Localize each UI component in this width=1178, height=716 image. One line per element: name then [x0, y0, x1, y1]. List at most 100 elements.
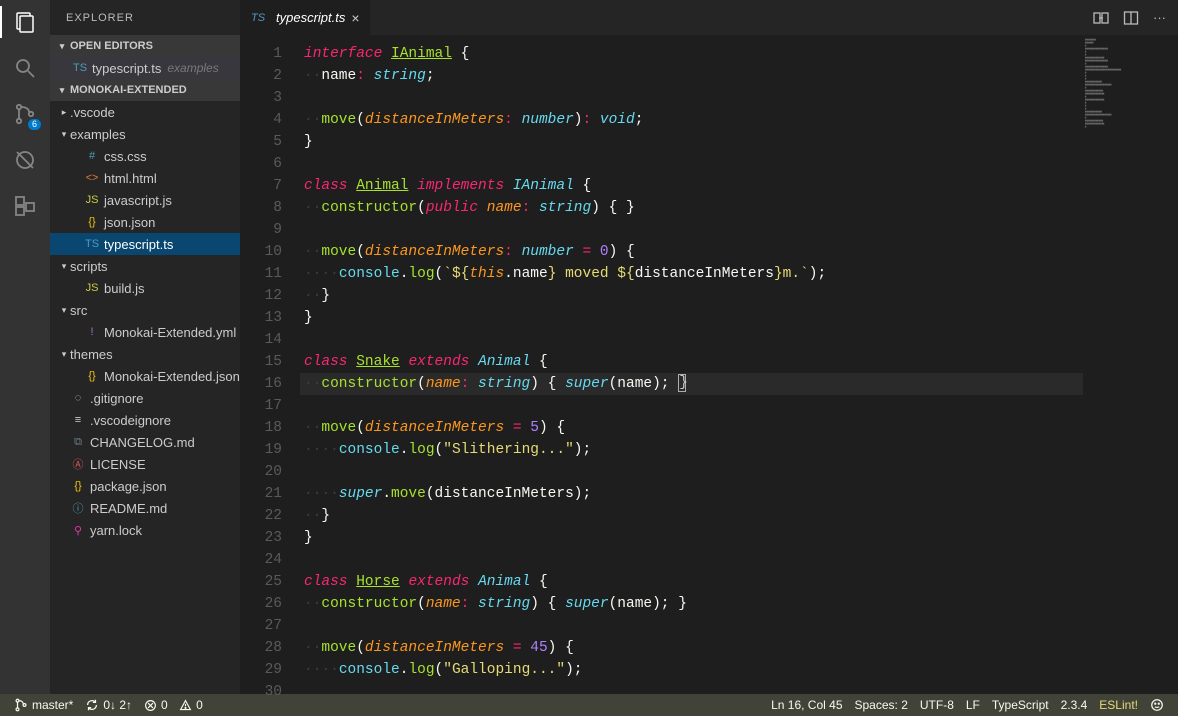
code-line[interactable]	[300, 219, 1083, 241]
open-editors-header[interactable]: ▾ OPEN EDITORS	[50, 35, 240, 57]
code-content[interactable]: interface IAnimal {··name: string; ··move…	[300, 35, 1083, 694]
more-icon[interactable]: ···	[1153, 10, 1166, 25]
status-language[interactable]: TypeScript	[986, 698, 1055, 712]
code-line[interactable]: ··move(distanceInMeters: number = 0) {	[300, 241, 1083, 263]
file-item[interactable]: ⚲ yarn.lock	[50, 519, 240, 541]
file-item[interactable]: {}json.json	[50, 211, 240, 233]
editor-actions: ···	[1081, 0, 1178, 35]
activity-debug-icon[interactable]	[11, 146, 39, 174]
status-feedback-icon[interactable]	[1144, 698, 1170, 712]
folder-item[interactable]: ▾src	[50, 299, 240, 321]
editor-area: TS typescript.ts × ··· 12345678910111213…	[240, 0, 1178, 694]
code-line[interactable]: ··constructor(name: string) { super(name…	[300, 373, 1083, 395]
folder-item[interactable]: ▸.vscode	[50, 101, 240, 123]
file-item[interactable]: JSbuild.js	[50, 277, 240, 299]
close-icon[interactable]: ×	[351, 10, 359, 26]
typescript-icon: TS	[250, 12, 266, 24]
file-item[interactable]: {}Monokai-Extended.json	[50, 365, 240, 387]
code-line[interactable]: ··move(distanceInMeters = 5) {	[300, 417, 1083, 439]
file-item[interactable]: ⓘREADME.md	[50, 497, 240, 519]
split-editor-icon[interactable]	[1123, 10, 1139, 26]
code-line[interactable]: class Snake extends Animal {	[300, 351, 1083, 373]
code-line[interactable]: ··}	[300, 285, 1083, 307]
activity-search-icon[interactable]	[11, 54, 39, 82]
status-branch[interactable]: master*	[8, 694, 79, 716]
file-item[interactable]: <>html.html	[50, 167, 240, 189]
folder-item[interactable]: ▾examples	[50, 123, 240, 145]
code-line[interactable]	[300, 329, 1083, 351]
activity-scm-icon[interactable]: 6	[11, 100, 39, 128]
code-line[interactable]: }	[300, 527, 1083, 549]
code-line[interactable]: ····console.log("Galloping...");	[300, 659, 1083, 681]
file-icon: ⚲	[70, 524, 86, 537]
code-line[interactable]: ····super.move(distanceInMeters);	[300, 483, 1083, 505]
status-eslint[interactable]: ESLint!	[1093, 698, 1144, 712]
file-item[interactable]: TS typescript.ts	[50, 233, 240, 255]
code-line[interactable]	[300, 153, 1083, 175]
activity-explorer-icon[interactable]	[11, 8, 39, 36]
workspace-header[interactable]: ▾ MONOKAI-EXTENDED	[50, 79, 240, 101]
folder-name: examples	[70, 127, 126, 142]
file-item[interactable]: ⧉ CHANGELOG.md	[50, 431, 240, 453]
tab-typescript[interactable]: TS typescript.ts ×	[240, 0, 371, 35]
file-item[interactable]: JSjavascript.js	[50, 189, 240, 211]
line-gutter: 1234567891011121314151617181920212223242…	[240, 35, 300, 694]
file-item[interactable]: ⒶLICENSE	[50, 453, 240, 475]
file-item[interactable]: !Monokai-Extended.yml	[50, 321, 240, 343]
folder-item[interactable]: ▾themes	[50, 343, 240, 365]
file-name: yarn.lock	[90, 523, 142, 538]
file-name: .vscodeignore	[90, 413, 171, 428]
file-icon: JS	[84, 282, 100, 294]
code-line[interactable]: ··move(distanceInMeters: number): void;	[300, 109, 1083, 131]
code-line[interactable]: ··}	[300, 505, 1083, 527]
status-encoding[interactable]: UTF-8	[914, 698, 960, 712]
status-eol[interactable]: LF	[960, 698, 986, 712]
code-line[interactable]: ··constructor(public name: string) { }	[300, 197, 1083, 219]
code-line[interactable]: }	[300, 307, 1083, 329]
code-line[interactable]	[300, 395, 1083, 417]
file-icon: ≡	[70, 414, 86, 426]
status-tsversion[interactable]: 2.3.4	[1055, 698, 1094, 712]
minimap[interactable]: ▆▆▆▆▆▆▆▆▆▆▆▆▆▆▆▆▆▆▆▆▆▆▆▆▆▆▆▆▆▆▆▆▆▆▆▆▆▆▆▆…	[1083, 35, 1178, 694]
code-line[interactable]	[300, 615, 1083, 637]
file-name: javascript.js	[104, 193, 172, 208]
file-name: json.json	[104, 215, 155, 230]
chevron-down-icon: ▾	[58, 129, 70, 140]
compare-icon[interactable]	[1093, 10, 1109, 26]
code-line[interactable]: ··constructor(name: string) { super(name…	[300, 593, 1083, 615]
status-bar: master* 0↓ 2↑ 0 0 Ln 16, Col 45 Spaces: …	[0, 694, 1178, 716]
status-indent[interactable]: Spaces: 2	[849, 698, 914, 712]
activity-extensions-icon[interactable]	[11, 192, 39, 220]
status-problems[interactable]: 0 0	[138, 694, 209, 716]
open-editor-item[interactable]: TStypescript.tsexamples	[50, 57, 240, 79]
file-item[interactable]: ≡ .vscodeignore	[50, 409, 240, 431]
code-editor[interactable]: 1234567891011121314151617181920212223242…	[240, 35, 1178, 694]
code-line[interactable]: interface IAnimal {	[300, 43, 1083, 65]
status-lncol[interactable]: Ln 16, Col 45	[765, 698, 848, 712]
code-line[interactable]	[300, 461, 1083, 483]
file-icon: !	[84, 326, 100, 338]
file-icon: ◌	[70, 392, 86, 404]
folder-item[interactable]: ▾scripts	[50, 255, 240, 277]
code-line[interactable]	[300, 87, 1083, 109]
file-name: typescript.ts	[104, 237, 173, 252]
code-line[interactable]: ····console.log("Slithering...");	[300, 439, 1083, 461]
file-name: README.md	[90, 501, 167, 516]
code-line[interactable]: ··move(distanceInMeters = 45) {	[300, 637, 1083, 659]
file-icon: {}	[70, 480, 86, 492]
code-line[interactable]: ····console.log(`${this.name} moved ${di…	[300, 263, 1083, 285]
code-line[interactable]: }	[300, 131, 1083, 153]
code-line[interactable]: class Animal implements IAnimal {	[300, 175, 1083, 197]
status-sync[interactable]: 0↓ 2↑	[79, 694, 138, 716]
code-line[interactable]	[300, 681, 1083, 694]
file-icon: ⧉	[70, 436, 86, 449]
file-icon: #	[84, 150, 100, 162]
file-item[interactable]: ◌.gitignore	[50, 387, 240, 409]
file-item[interactable]: #css.css	[50, 145, 240, 167]
file-name: CHANGELOG.md	[90, 435, 195, 450]
code-line[interactable]: class Horse extends Animal {	[300, 571, 1083, 593]
code-line[interactable]: ··name: string;	[300, 65, 1083, 87]
code-line[interactable]	[300, 549, 1083, 571]
file-icon: TS	[84, 238, 100, 250]
file-item[interactable]: {}package.json	[50, 475, 240, 497]
